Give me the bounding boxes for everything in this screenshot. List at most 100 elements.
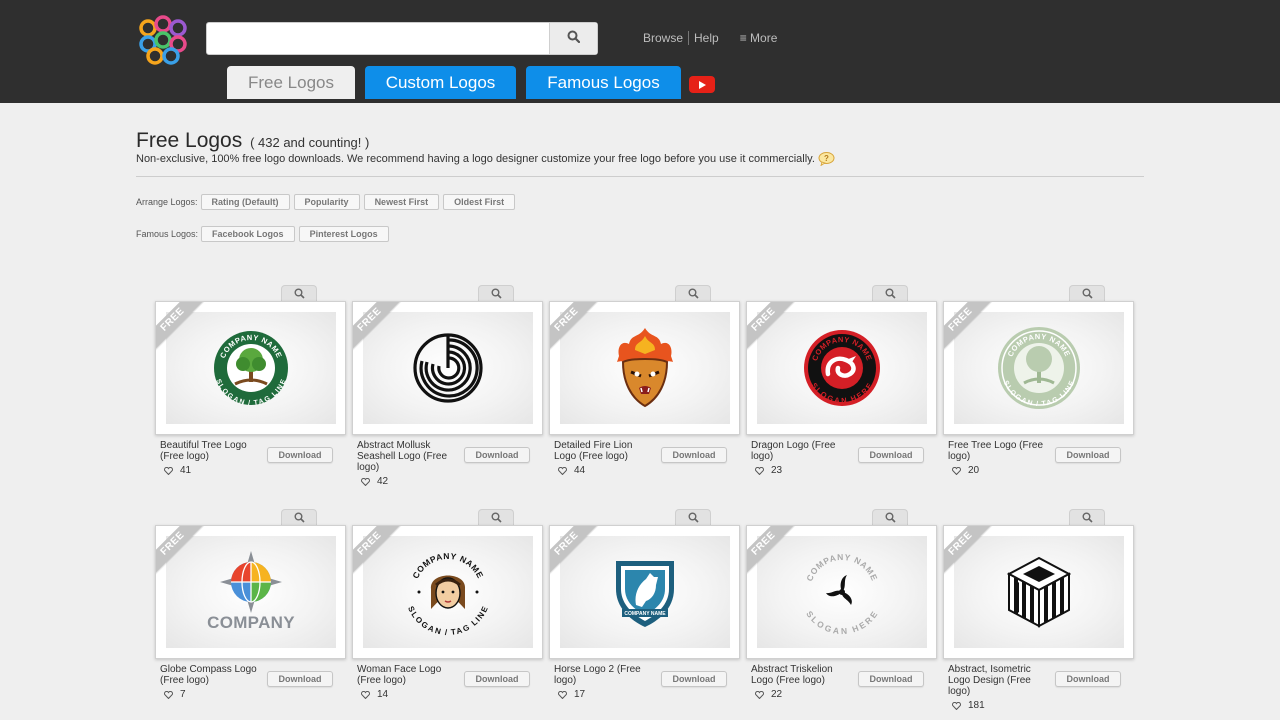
search-button[interactable] [549,23,597,54]
heart-vote-icon[interactable] [361,690,370,699]
logo-thumbnail[interactable]: FREE [943,525,1134,659]
vote-number: 17 [574,689,586,700]
top-nav: Browse Help ≡ More [643,31,777,45]
logo-card: COMPANY NAME SLOGAN / TAG LINE FREE Woma… [352,509,543,720]
download-button[interactable]: Download [267,671,333,687]
sort-rating-button[interactable]: Rating (Default) [200,194,290,210]
download-button[interactable]: Download [464,447,530,463]
zoom-icon[interactable] [478,285,514,301]
logo-card: FREE Abstract, Isometric Logo Design (Fr… [943,509,1134,720]
heart-vote-icon[interactable] [755,690,764,699]
tab-famous-logos[interactable]: Famous Logos [526,66,681,99]
heart-vote-icon[interactable] [164,690,173,699]
logo-thumbnail[interactable]: COMPANY NAME FREE [549,525,740,659]
zoom-icon[interactable] [872,285,908,301]
logo-title[interactable]: Abstract Mollusk Seashell Logo (Free log… [357,440,457,473]
logo-title[interactable]: Beautiful Tree Logo (Free logo) [160,440,260,462]
emblem-bottom-text: SLOGAN HERE [804,609,879,635]
youtube-play-icon[interactable] [689,76,715,93]
logo-title[interactable]: Horse Logo 2 (Free logo) [554,664,654,686]
heart-vote-icon[interactable] [558,690,567,699]
heart-vote-icon[interactable] [952,466,961,475]
famous-logos-bar: Famous Logos: Facebook Logos Pinterest L… [136,226,393,242]
logo-title[interactable]: Dragon Logo (Free logo) [751,440,851,462]
pinterest-logos-button[interactable]: Pinterest Logos [298,226,389,242]
download-button[interactable]: Download [464,671,530,687]
facebook-logos-button[interactable]: Facebook Logos [201,226,295,242]
tab-custom-logos[interactable]: Custom Logos [365,66,516,99]
download-button[interactable]: Download [858,671,924,687]
triskelion-icon: COMPANY NAME SLOGAN HERE [757,536,927,648]
tree-emblem-icon: COMPANY NAME SLOGAN / TAG LINE [166,312,336,424]
pale-tree-emblem-icon: COMPANY NAME SLOGAN / TAG LINE [954,312,1124,424]
download-button[interactable]: Download [661,447,727,463]
logo-title[interactable]: Detailed Fire Lion Logo (Free logo) [554,440,654,462]
logo-thumbnail[interactable]: FREE [352,301,543,435]
logo-title[interactable]: Globe Compass Logo (Free logo) [160,664,260,686]
vote-number: 23 [771,465,783,476]
logo-title[interactable]: Abstract Triskelion Logo (Free logo) [751,664,851,686]
search-input[interactable] [207,23,549,54]
sort-newest-button[interactable]: Newest First [363,194,440,210]
logo-card: COMPANY NAME SLOGAN HERE FREE Dragon Log… [746,285,937,510]
vote-number: 44 [574,465,586,476]
logo-thumbnail[interactable]: COMPANY NAME SLOGAN HERE FREE [746,525,937,659]
svg-text:SLOGAN / TAG LINE: SLOGAN / TAG LINE [406,605,490,637]
page-title-text: Free Logos [136,129,243,152]
vote-number: 7 [180,689,186,700]
download-button[interactable]: Download [267,447,333,463]
zoom-icon[interactable] [675,509,711,525]
vote-count: 42 [361,476,388,487]
sort-popularity-button[interactable]: Popularity [293,194,360,210]
vote-number: 14 [377,689,389,700]
heart-vote-icon[interactable] [952,701,961,710]
zoom-icon[interactable] [281,509,317,525]
horse-shield-icon: COMPANY NAME [560,536,730,648]
download-button[interactable]: Download [1055,447,1121,463]
zoom-icon[interactable] [1069,509,1105,525]
tab-free-logos[interactable]: Free Logos [227,66,355,99]
knot-logo-icon[interactable] [137,15,193,65]
vote-count: 22 [755,689,782,700]
logo-thumbnail[interactable]: COMPANY NAME SLOGAN HERE FREE [746,301,937,435]
heart-vote-icon[interactable] [755,466,764,475]
help-link[interactable]: Help [694,31,719,45]
browse-link[interactable]: Browse [643,31,683,45]
download-button[interactable]: Download [858,447,924,463]
section-divider [136,176,1144,177]
logo-title[interactable]: Free Tree Logo (Free logo) [948,440,1048,462]
download-button[interactable]: Download [1055,671,1121,687]
logo-count: ( 432 and counting! ) [250,135,370,150]
intro-description: Non-exclusive, 100% free logo downloads.… [136,152,835,167]
zoom-icon[interactable] [1069,285,1105,301]
question-bubble-icon[interactable]: ? [818,152,835,167]
search-box [206,22,598,55]
logo-thumbnail[interactable]: COMPANY NAME SLOGAN / TAG LINE FREE [155,301,346,435]
emblem-top-text: COMPANY NAME [804,552,879,583]
logo-title[interactable]: Abstract, Isometric Logo Design (Free lo… [948,664,1048,697]
logo-thumbnail[interactable]: FREE [549,301,740,435]
logo-thumbnail[interactable]: COMPANY NAME SLOGAN / TAG LINE FREE [352,525,543,659]
zoom-icon[interactable] [281,285,317,301]
svg-text:SLOGAN HERE: SLOGAN HERE [804,609,880,635]
sort-oldest-button[interactable]: Oldest First [443,194,516,210]
intro-text: Non-exclusive, 100% free logo downloads.… [136,153,815,165]
logo-thumbnail[interactable]: COMPANY NAME SLOGAN / TAG LINE FREE [943,301,1134,435]
logo-thumbnail[interactable]: COMPANY FREE [155,525,346,659]
logo-card: FREE Detailed Fire Lion Logo (Free logo)… [549,285,740,510]
heart-vote-icon[interactable] [361,477,370,486]
heart-vote-icon[interactable] [558,466,567,475]
logo-title[interactable]: Woman Face Logo (Free logo) [357,664,457,686]
zoom-icon[interactable] [478,509,514,525]
heart-vote-icon[interactable] [164,466,173,475]
vote-number: 41 [180,465,192,476]
more-menu-link[interactable]: ≡ More [740,31,778,45]
zoom-icon[interactable] [872,509,908,525]
download-button[interactable]: Download [661,671,727,687]
logo-card: COMPANY NAME SLOGAN / TAG LINE FREE Free… [943,285,1134,510]
vote-number: 42 [377,476,389,487]
zoom-icon[interactable] [675,285,711,301]
vote-count: 41 [164,465,191,476]
vote-count: 17 [558,689,585,700]
woman-face-icon: COMPANY NAME SLOGAN / TAG LINE [363,536,533,648]
